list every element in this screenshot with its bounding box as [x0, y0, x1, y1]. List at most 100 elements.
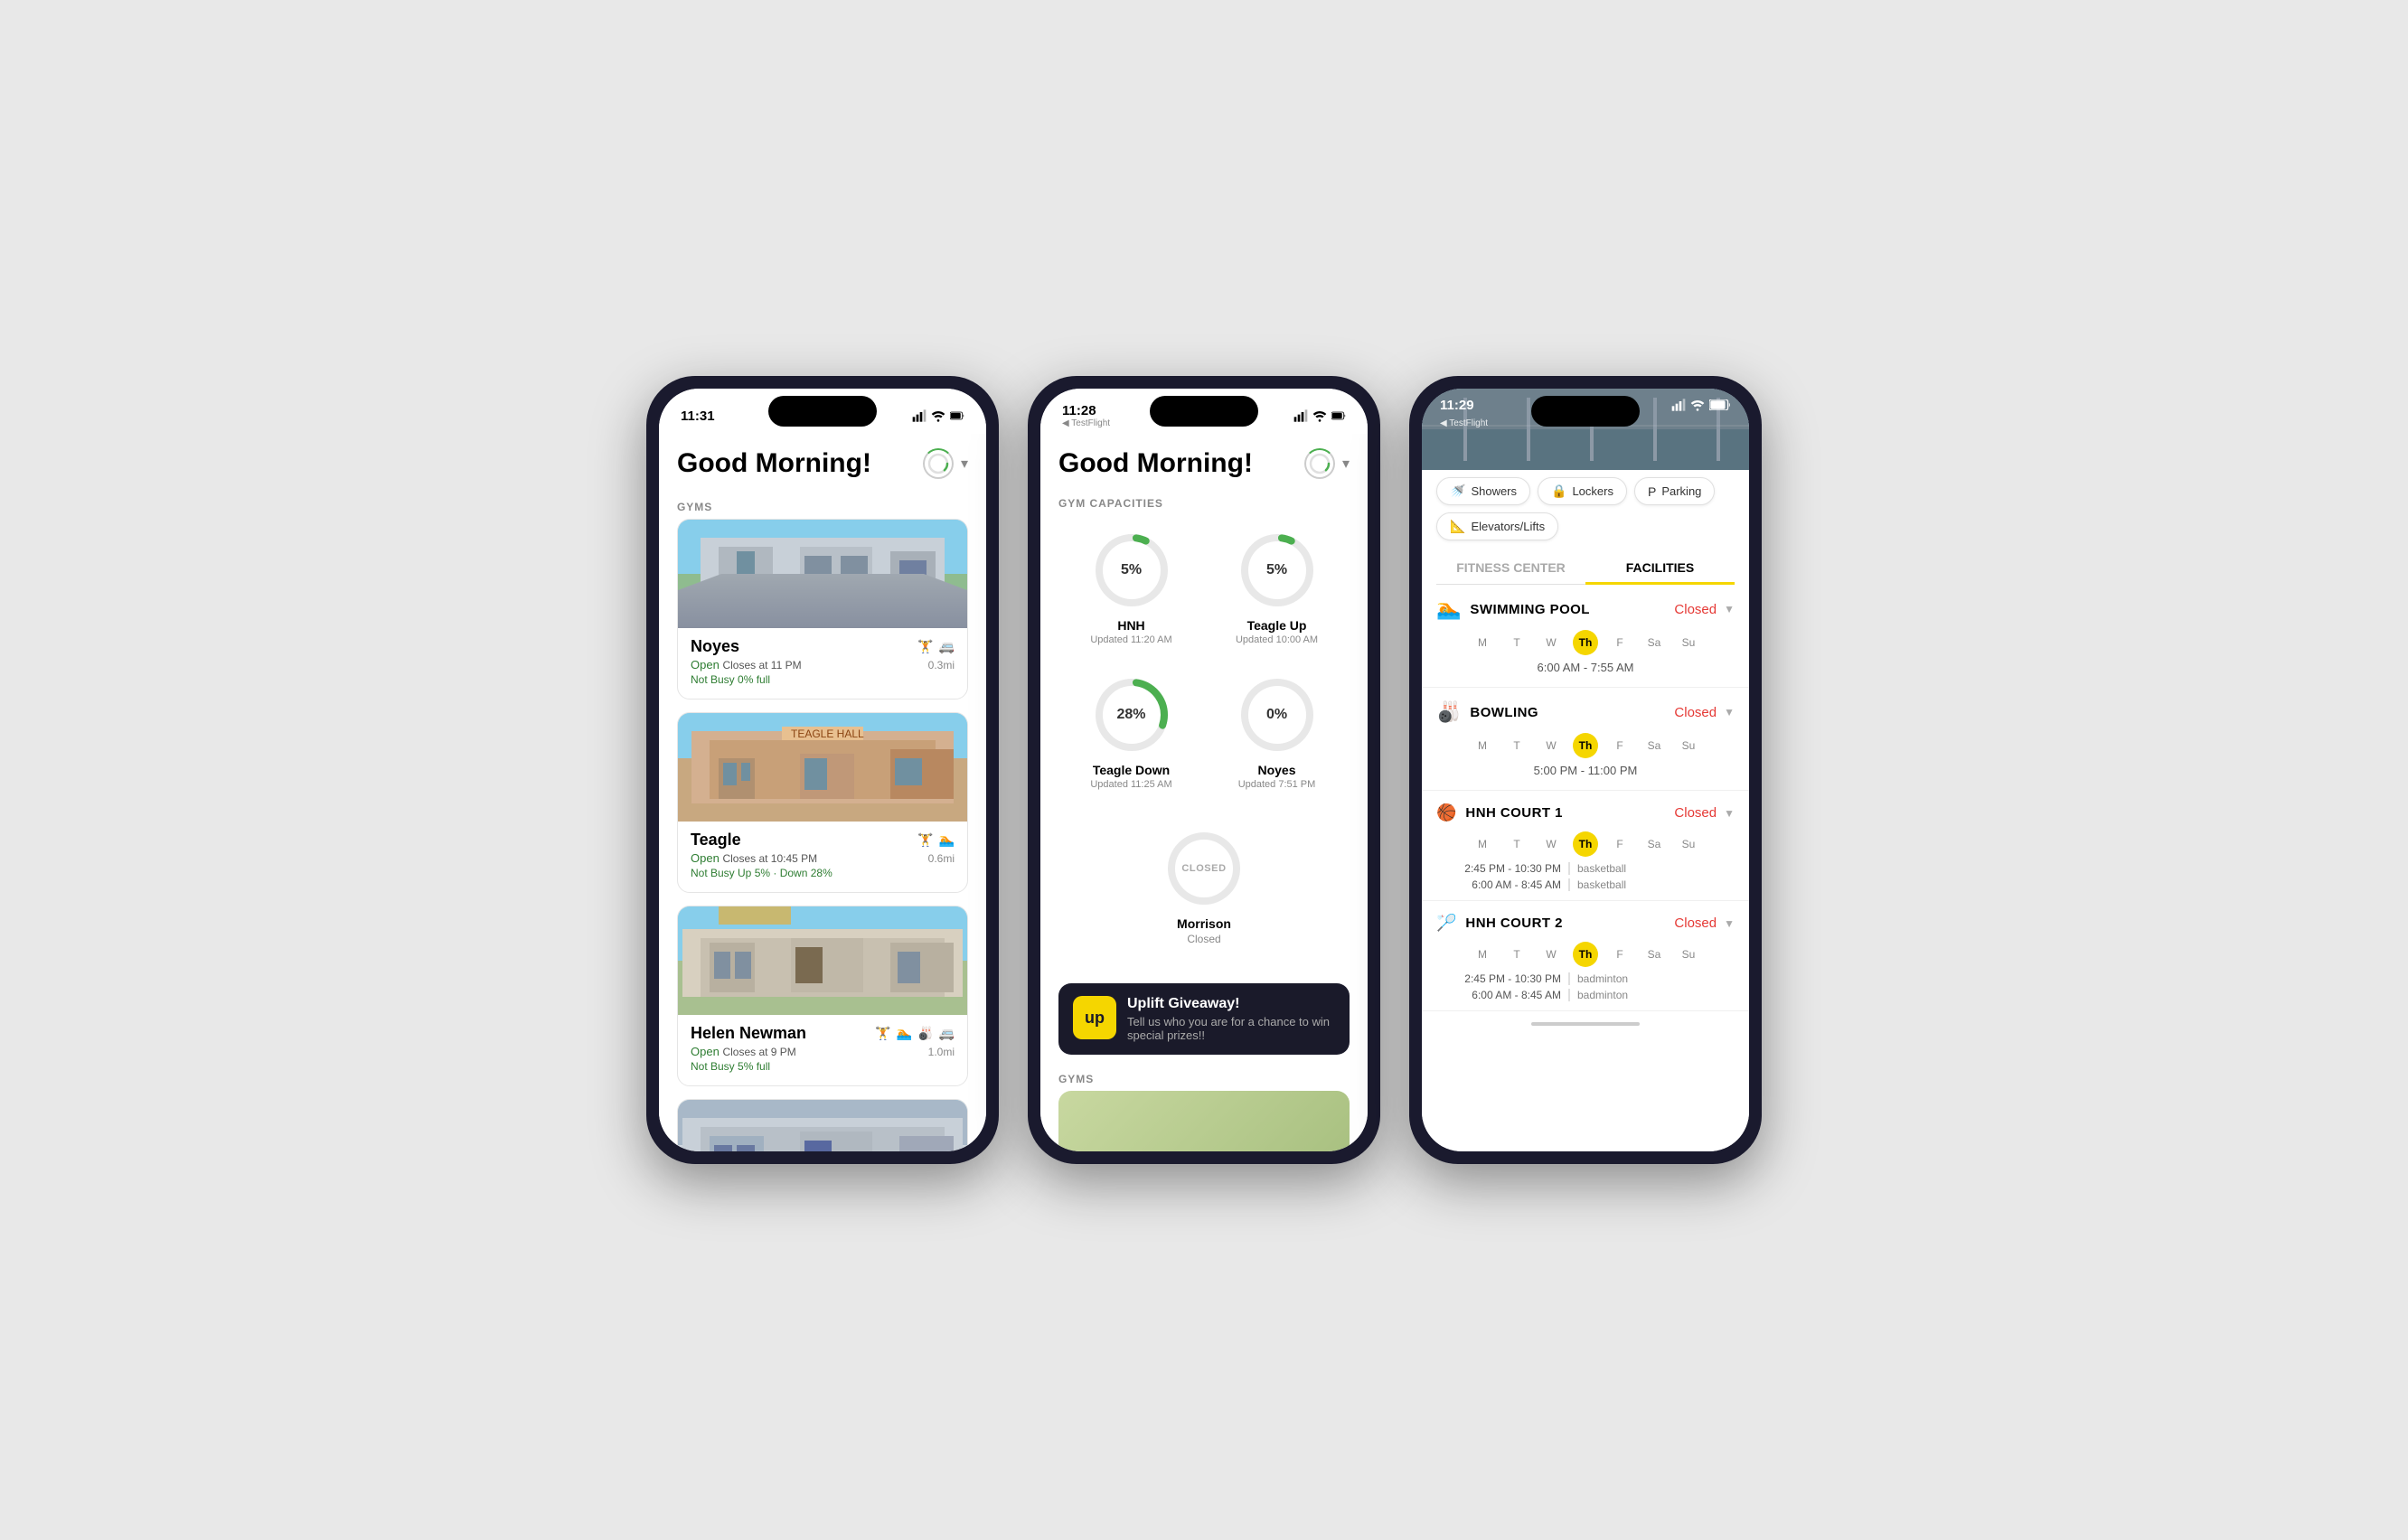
day-f-pool[interactable]: F: [1607, 630, 1632, 655]
day-t-court2[interactable]: T: [1504, 942, 1529, 967]
day-sa-court2[interactable]: Sa: [1641, 942, 1667, 967]
gym-busy-noyes: Not Busy 0% full: [691, 673, 770, 686]
phone-1: 11:31 Good Morning!: [646, 376, 999, 1164]
day-th-pool[interactable]: Th: [1573, 630, 1598, 655]
day-m-pool[interactable]: M: [1470, 630, 1495, 655]
open-label-teagle: Open: [691, 851, 720, 865]
screen-content-1[interactable]: Good Morning! ▾ GYMS: [659, 434, 986, 1151]
day-sa-pool[interactable]: Sa: [1641, 630, 1667, 655]
capacity-section-label: GYM CAPACITIES: [1040, 488, 1368, 515]
capacity-noyes[interactable]: 0% Noyes Updated 7:51 PM: [1204, 660, 1350, 804]
donut-text-morrison: CLOSED: [1181, 863, 1226, 874]
gym-name-helen: Helen Newman: [691, 1024, 806, 1043]
gym-icons-teagle: 🏋 🏊: [917, 832, 955, 848]
gym-card-4[interactable]: [677, 1099, 968, 1151]
day-m-court1[interactable]: M: [1470, 831, 1495, 857]
facility-hnh-court2[interactable]: 🏸 HNH COURT 2 Closed ▼ M T W Th F Sa Su: [1422, 901, 1749, 1011]
wifi-icon-2: [1312, 408, 1327, 423]
screen-content-3[interactable]: 🚿 Showers 🔒 Lockers P Parking 📐 Elevator…: [1422, 470, 1749, 1151]
phone-3: 11:29 ◀ TestFlight 🚿 Showers: [1409, 376, 1762, 1164]
capacity-teagle-down[interactable]: 28% Teagle Down Updated 11:25 AM: [1058, 660, 1204, 804]
gym-status-noyes: Open Closes at 11 PM: [691, 658, 802, 671]
day-m-court2[interactable]: M: [1470, 942, 1495, 967]
tab-fitness-center[interactable]: FITNESS CENTER: [1436, 551, 1585, 584]
day-t-bowling[interactable]: T: [1504, 733, 1529, 758]
home-bar-3: [1531, 1022, 1640, 1026]
notch-2: [1150, 396, 1258, 427]
day-w-court1[interactable]: W: [1538, 831, 1564, 857]
open-label-noyes: Open: [691, 658, 720, 671]
tab-showers[interactable]: 🚿 Showers: [1436, 477, 1530, 505]
notch-3: [1531, 396, 1640, 427]
swim-icon-t: 🏊: [939, 832, 955, 848]
gym-icons-noyes: 🏋 🚐: [917, 639, 955, 654]
court1-day-row: M T W Th F Sa Su: [1436, 831, 1735, 857]
bowling-time: 5:00 PM - 11:00 PM: [1436, 764, 1735, 777]
gym-card-noyes[interactable]: Noyes 🏋 🚐 Open Closes at 11 PM 0.3mi: [677, 519, 968, 700]
court1-time-slots: 2:45 PM - 10:30 PM basketball 6:00 AM - …: [1436, 862, 1735, 891]
day-t-court1[interactable]: T: [1504, 831, 1529, 857]
facility-title-court1: 🏀 HNH COURT 1: [1436, 803, 1563, 822]
day-sa-court1[interactable]: Sa: [1641, 831, 1667, 857]
court2-time-1: 2:45 PM - 10:30 PM: [1444, 972, 1561, 985]
day-th-bowling[interactable]: Th: [1573, 733, 1598, 758]
p3-top-tabs: 🚿 Showers 🔒 Lockers P Parking 📐 Elevator…: [1422, 470, 1749, 548]
day-f-court1[interactable]: F: [1607, 831, 1632, 857]
day-su-court2[interactable]: Su: [1676, 942, 1701, 967]
tab-elevators[interactable]: 📐 Elevators/Lifts: [1436, 512, 1558, 540]
loading-icon-1[interactable]: [923, 448, 954, 479]
uplift-title: Uplift Giveaway!: [1127, 996, 1335, 1012]
capacity-morrison[interactable]: CLOSED Morrison Closed: [1154, 813, 1254, 960]
day-th-court2[interactable]: Th: [1573, 942, 1598, 967]
day-su-court1[interactable]: Su: [1676, 831, 1701, 857]
facility-hnh-court1[interactable]: 🏀 HNH COURT 1 Closed ▼ M T W Th F Sa Su: [1422, 791, 1749, 901]
facility-swimming-pool[interactable]: 🏊 SWIMMING POOL Closed ▼ M T W Th F Sa S…: [1422, 585, 1749, 688]
signal-icon-3: [1671, 398, 1686, 412]
day-f-bowling[interactable]: F: [1607, 733, 1632, 758]
gym-dist-teagle: 0.6mi: [928, 852, 955, 865]
court2-day-row: M T W Th F Sa Su: [1436, 942, 1735, 967]
tab-parking[interactable]: P Parking: [1634, 477, 1715, 505]
day-th-court1[interactable]: Th: [1573, 831, 1598, 857]
cap-updated-teagle-up: Updated 10:00 AM: [1236, 634, 1318, 645]
gym-card-teagle[interactable]: TEAGLE HALL Teagle 🏋: [677, 712, 968, 893]
uplift-logo-text: up: [1085, 1009, 1105, 1028]
day-t-pool[interactable]: T: [1504, 630, 1529, 655]
tab-lockers[interactable]: 🔒 Lockers: [1538, 477, 1627, 505]
signal-icon-2: [1293, 408, 1308, 423]
day-w-pool[interactable]: W: [1538, 630, 1564, 655]
day-su-pool[interactable]: Su: [1676, 630, 1701, 655]
loading-icon-2[interactable]: [1304, 448, 1335, 479]
screen-content-2[interactable]: Good Morning! ▾ GYM CAPACITIES: [1040, 434, 1368, 1151]
dropdown-arrow-2[interactable]: ▾: [1342, 455, 1350, 473]
tab-facilities[interactable]: FACILITIES: [1585, 551, 1735, 584]
gym-icons-helen: 🏋 🏊 🎳 🚐: [875, 1026, 955, 1041]
bowl-icon-h: 🎳: [917, 1026, 933, 1041]
lockers-icon: 🔒: [1551, 484, 1566, 499]
court2-status: Closed: [1674, 916, 1717, 931]
court1-slot-2: 6:00 AM - 8:45 AM basketball: [1444, 878, 1727, 891]
day-m-bowling[interactable]: M: [1470, 733, 1495, 758]
day-sa-bowling[interactable]: Sa: [1641, 733, 1667, 758]
facility-title-court2: 🏸 HNH COURT 2: [1436, 914, 1563, 933]
facility-bowling[interactable]: 🎳 BOWLING Closed ▼ M T W Th F Sa Su: [1422, 688, 1749, 791]
capacity-teagle-up[interactable]: 5% Teagle Up Updated 10:00 AM: [1204, 515, 1350, 660]
day-f-court2[interactable]: F: [1607, 942, 1632, 967]
van-icon-h: 🚐: [939, 1026, 955, 1041]
gym-preview-2[interactable]: [1058, 1091, 1350, 1151]
status-icons-2: [1293, 408, 1346, 423]
p1-header: Good Morning! ▾: [659, 434, 986, 493]
facility-right-court2: Closed ▼: [1674, 916, 1735, 931]
dropdown-arrow-1[interactable]: ▾: [961, 455, 968, 473]
uplift-banner[interactable]: up Uplift Giveaway! Tell us who you are …: [1058, 983, 1350, 1055]
court1-name: HNH COURT 1: [1465, 805, 1562, 821]
day-w-court2[interactable]: W: [1538, 942, 1564, 967]
day-su-bowling[interactable]: Su: [1676, 733, 1701, 758]
pool-name: SWIMMING POOL: [1470, 602, 1590, 617]
capacity-hnh[interactable]: 5% HNH Updated 11:20 AM: [1058, 515, 1204, 660]
day-w-bowling[interactable]: W: [1538, 733, 1564, 758]
gym-card-helen[interactable]: Helen Newman 🏋 🏊 🎳 🚐 Open Closes at 9 PM: [677, 906, 968, 1086]
status-time-2: 11:28: [1062, 403, 1110, 418]
bowling-day-row: M T W Th F Sa Su: [1436, 733, 1735, 758]
weights-icon: 🏋: [917, 639, 933, 654]
